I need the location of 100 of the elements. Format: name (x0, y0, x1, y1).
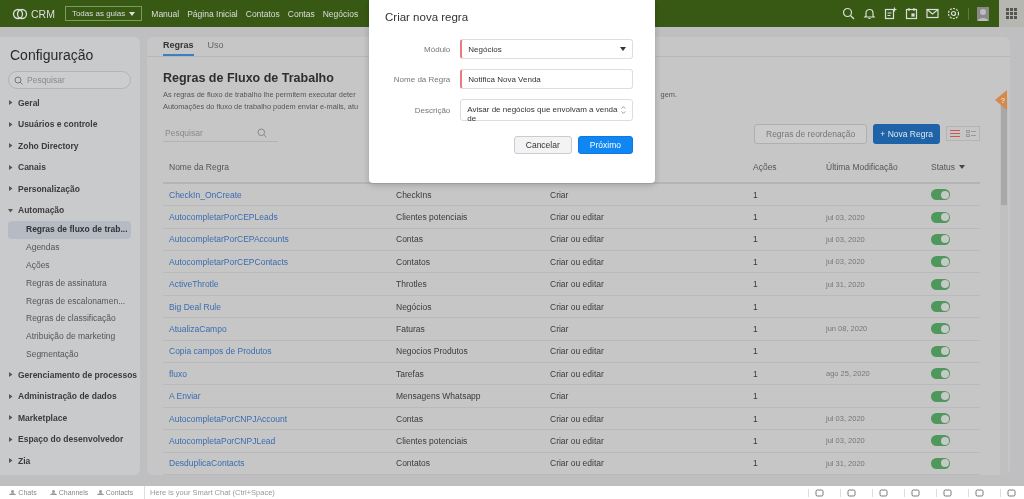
sidebar-item[interactable]: Zoho Directory (0, 135, 140, 157)
tab[interactable]: Uso (207, 37, 224, 56)
status-toggle[interactable] (931, 278, 950, 290)
sidebar-item[interactable]: Automação (0, 199, 140, 221)
sidebar-item[interactable]: Espaço do desenvolvedor (0, 428, 140, 451)
sidebar-subitem[interactable]: Regras de classificação (8, 310, 131, 329)
status-toggle[interactable] (931, 323, 950, 335)
table-cell: Criar (550, 391, 569, 402)
table-cell: Criar ou editar (550, 368, 604, 379)
column-header[interactable]: Status (931, 162, 966, 173)
sidebar-item[interactable]: Canais (0, 156, 140, 178)
search-input[interactable]: Pesquisar (25, 74, 119, 86)
scrollbar[interactable] (1000, 97, 1008, 475)
sidebar-subitem[interactable]: Regras de assinatura (8, 274, 131, 293)
search-icon[interactable] (842, 7, 855, 20)
sidebar-subitem[interactable]: Regras de fluxo de trab... (8, 221, 131, 239)
rule-link[interactable]: AutocompletarPorCEPLeads (169, 212, 278, 222)
mail-icon[interactable] (926, 7, 939, 20)
rule-link[interactable]: AutocompletaPorCNPJLead (169, 435, 276, 446)
nav-tab[interactable]: Negócios (322, 8, 359, 19)
avatar[interactable] (977, 6, 989, 21)
rule-link[interactable]: AutocompletarPorCEPContacts (169, 256, 289, 267)
rule-link[interactable]: CheckIn_OnCreate (169, 189, 242, 200)
table-cell: 1 (753, 391, 758, 402)
module-select[interactable]: Negócios (460, 39, 633, 59)
field-label: Módulo (423, 44, 451, 54)
rule-link[interactable]: ActiveThrotle (169, 279, 219, 290)
sidebar-item[interactable]: Administração de dados (0, 385, 140, 408)
rule-link[interactable]: Copia campos de Produtos (169, 346, 272, 357)
table-cell: 1 (753, 413, 758, 424)
reorder-button[interactable]: Regras de reordenação (754, 123, 868, 144)
bell-icon[interactable] (863, 7, 876, 20)
rule-link[interactable]: fluxo (169, 368, 187, 379)
table-cell: 1 (753, 301, 758, 312)
status-toggle[interactable] (931, 233, 950, 245)
rule-link[interactable]: A Enviar (169, 391, 201, 402)
rule-link[interactable]: AtualizaCampo (169, 323, 227, 334)
status-toggle[interactable] (931, 345, 950, 357)
nav-tab[interactable]: Página Inicial (187, 8, 238, 19)
table-cell: 1 (753, 435, 758, 446)
search-field[interactable]: Pesquisar (8, 71, 131, 89)
brand-name: CRM (31, 7, 55, 20)
sidebar-subitem[interactable]: Ações (8, 256, 131, 275)
sidebar-subitem[interactable]: Atribuição de marketing (8, 328, 131, 347)
nav-tab[interactable]: Contas (287, 8, 315, 19)
rule-link[interactable]: AutocompletaPorCNPJAccount (169, 413, 288, 424)
sidebar-item[interactable]: Geral (0, 92, 140, 114)
sidebar-item[interactable]: Gerenciamento de processos (0, 364, 140, 386)
rule-link[interactable]: Big Deal Rule (169, 301, 221, 312)
status-toggle[interactable] (931, 211, 950, 223)
nav-tab[interactable]: Manual (151, 8, 180, 19)
apps-grid-icon[interactable] (1006, 8, 1017, 19)
sidebar-item[interactable]: Marketplace (0, 407, 140, 429)
all-tabs-dropdown[interactable]: Todas as guias (64, 6, 143, 21)
caret-icon (8, 458, 13, 464)
status-toggle[interactable] (931, 457, 950, 469)
status-toggle[interactable] (931, 256, 950, 268)
rule-link[interactable]: AutocompletarPorCEPAccounts (169, 234, 289, 245)
table-cell: Negocios Produtos (396, 346, 468, 357)
status-toggle[interactable] (931, 301, 950, 313)
table-cell: Clientes potenciais (396, 212, 468, 222)
settings-icon[interactable] (947, 7, 960, 20)
caret-icon (8, 143, 13, 149)
rule-name-input[interactable]: Notifica Nova Venda (460, 69, 633, 89)
app-icon (96, 490, 104, 495)
caret-icon (959, 165, 966, 170)
search-icon (257, 128, 267, 139)
description-textarea[interactable]: Avisar de negócios que envolvam a venda de (460, 99, 633, 121)
status-toggle[interactable] (931, 390, 950, 402)
rule-link[interactable]: DesduplicaContacts (169, 458, 245, 469)
new-rule-button[interactable]: + Nova Regra (873, 123, 940, 144)
note-add-icon[interactable] (884, 7, 897, 20)
status-toggle[interactable] (931, 413, 950, 424)
table-cell: Negócios (396, 301, 432, 312)
sidebar-item[interactable]: Personalização (0, 178, 140, 200)
sidebar-subitem[interactable]: Regras de escalonamen... (8, 292, 131, 311)
calendar-icon[interactable] (905, 7, 918, 20)
status-toggle[interactable] (931, 368, 950, 380)
column-header: Ações (753, 162, 778, 173)
table-cell: Contas (396, 234, 423, 245)
sidebar-subitem[interactable]: Segmentação (8, 346, 131, 365)
tab[interactable]: Regras (163, 37, 194, 56)
sidebar-item[interactable]: Usuários e controle (0, 113, 140, 135)
sidebar-item[interactable]: Zia (0, 450, 140, 472)
nav-tab[interactable]: Contatos (245, 8, 280, 19)
cancel-button[interactable]: Cancelar (513, 136, 572, 154)
app-icon (9, 490, 17, 495)
dialog-title: Criar nova regra (385, 11, 470, 23)
status-toggle[interactable] (931, 435, 950, 447)
table-cell: Criar ou editar (550, 301, 604, 312)
sidebar-subitem[interactable]: Agendas (8, 238, 131, 257)
table-cell: Throtles (396, 279, 427, 290)
status-toggle[interactable] (931, 189, 950, 201)
table-cell: 1 (753, 279, 758, 290)
next-button[interactable]: Próximo (577, 136, 633, 154)
table-cell: Criar ou editar (550, 234, 604, 245)
table-cell: Tarefas (396, 368, 424, 379)
table-cell: 1 (753, 323, 758, 334)
table-cell: Contatos (396, 458, 431, 469)
table-cell: Criar ou editar (550, 256, 604, 267)
